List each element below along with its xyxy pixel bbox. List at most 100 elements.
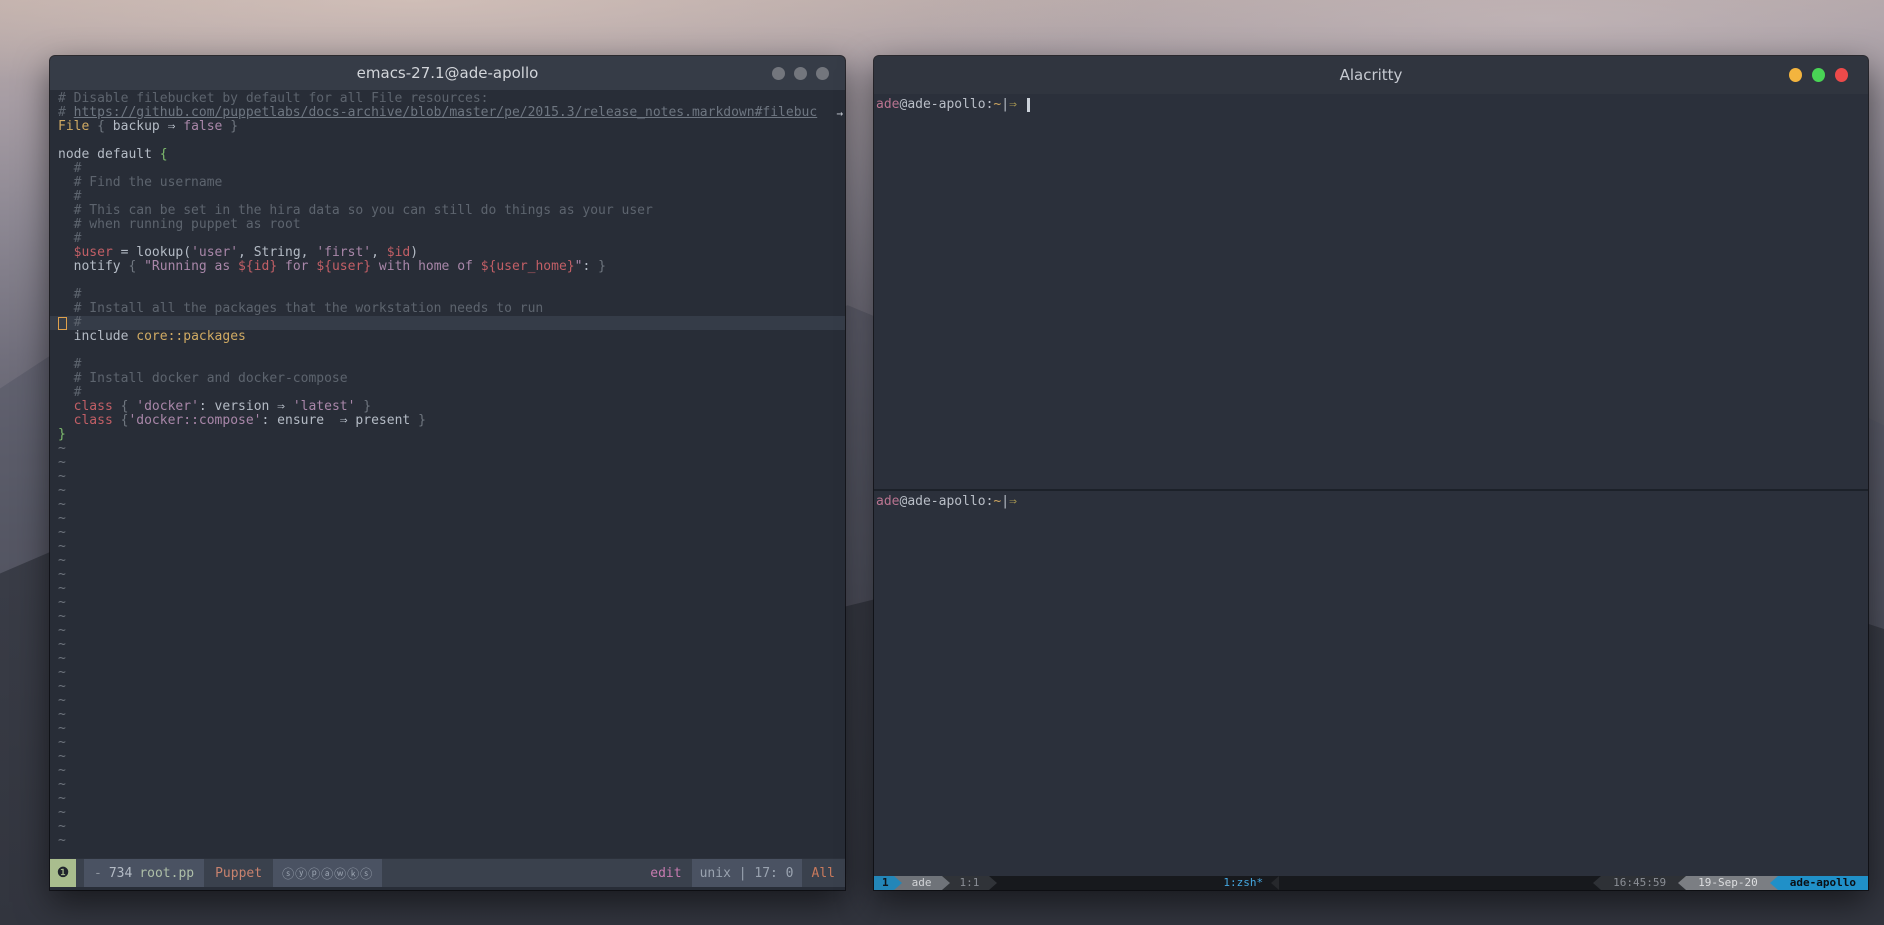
code-line: # [50, 190, 845, 204]
emacs-window-button-2[interactable] [794, 67, 807, 80]
tilde-marker: ~ [58, 470, 66, 484]
emacs-echo-area[interactable] [50, 887, 845, 890]
tmux-window-label[interactable]: 1:zsh* [1215, 876, 1271, 890]
code-line: # [50, 316, 845, 330]
emacs-window-button-3[interactable] [816, 67, 829, 80]
tilde-marker: ~ [58, 638, 66, 652]
code-line: class { 'docker': version ⇒ 'latest' } [50, 400, 845, 414]
emacs-modeline[interactable]: ❶ -734root.pp Puppet ⓢⓨⓟⓐⓦⓚⓢ edit unix |… [50, 858, 845, 887]
fringe-empty-line: ~ [50, 638, 845, 652]
code-line: # [50, 386, 845, 400]
code-line: # https://github.com/puppetlabs/docs-arc… [50, 106, 845, 120]
code-token: with home of [371, 260, 481, 274]
code-token: { [113, 414, 129, 428]
code-token: ) [410, 246, 418, 260]
code-token: 'user' [191, 246, 238, 260]
code-token: # [58, 106, 74, 120]
fringe-empty-line: ~ [50, 666, 845, 680]
code-token: for [277, 260, 316, 274]
emacs-cursor [58, 317, 67, 330]
code-token: # [58, 358, 81, 372]
modeline-scroll-indicator: All [812, 866, 835, 881]
code-token: # [58, 190, 81, 204]
fringe-empty-line: ~ [50, 442, 845, 456]
code-token: https://github.com/puppetlabs/docs-archi… [74, 106, 818, 120]
alacritty-window: Alacritty ade@ade-apollo:~|⇒ ade@ade-apo… [874, 56, 1868, 890]
emacs-window-button-1[interactable] [772, 67, 785, 80]
code-token: # [58, 288, 81, 302]
tilde-marker: ~ [58, 666, 66, 680]
fringe-empty-line: ~ [50, 694, 845, 708]
maximize-button[interactable] [1812, 68, 1825, 82]
code-line: node default { [50, 148, 845, 162]
tilde-marker: ~ [58, 512, 66, 526]
fringe-empty-line: ~ [50, 834, 845, 848]
shell-prompt: ade@ade-apollo:~|⇒ [874, 94, 1868, 113]
code-line: File { backup ⇒ false } [50, 120, 845, 134]
tmux-bar-gap [997, 876, 1215, 890]
tilde-marker: ~ [58, 652, 66, 666]
tilde-marker: ~ [58, 442, 66, 456]
code-token: } [598, 260, 606, 274]
fringe-empty-line: ~ [50, 568, 845, 582]
tilde-marker: ~ [58, 456, 66, 470]
tilde-marker: ~ [58, 736, 66, 750]
code-line: # Disable filebucket by default for all … [50, 92, 845, 106]
terminal-pane[interactable]: ade@ade-apollo:~|⇒ [874, 94, 1868, 489]
code-token: = lookup( [113, 246, 191, 260]
tilde-marker: ~ [58, 806, 66, 820]
terminal-cursor [1027, 98, 1030, 112]
modeline-line-number: 734 [109, 866, 132, 881]
fringe-empty-line: ~ [50, 596, 845, 610]
code-token: } [355, 400, 371, 414]
emacs-window: emacs-27.1@ade-apollo → # Disable filebu… [50, 56, 845, 890]
terminal-pane[interactable]: ade@ade-apollo:~|⇒ [874, 491, 1868, 876]
code-token: } [222, 120, 238, 134]
terminal-area: ade@ade-apollo:~|⇒ ade@ade-apollo:~|⇒ 1 … [874, 94, 1868, 890]
code-line: class {'docker::compose': ensure ⇒ prese… [50, 414, 845, 428]
code-token: $user [58, 246, 113, 260]
tilde-marker: ~ [58, 568, 66, 582]
emacs-code-area[interactable]: → # Disable filebucket by default for al… [50, 90, 845, 858]
code-token: ${user_home} [481, 260, 575, 274]
code-token: : version ⇒ [199, 400, 293, 414]
modeline-major-mode[interactable]: Puppet [215, 866, 262, 881]
tilde-marker: ~ [58, 708, 66, 722]
tmux-pane-id: 1:1 [950, 876, 990, 890]
tilde-marker: ~ [58, 554, 66, 568]
code-line: include core::packages [50, 330, 845, 344]
code-line [50, 274, 845, 288]
code-token: class [58, 400, 113, 414]
emacs-titlebar[interactable]: emacs-27.1@ade-apollo [50, 56, 845, 90]
emacs-window-title: emacs-27.1@ade-apollo [357, 64, 539, 82]
code-token: # This can be set in the hira data so yo… [58, 204, 653, 218]
fringe-empty-line: ~ [50, 722, 845, 736]
tilde-marker: ~ [58, 694, 66, 708]
close-button[interactable] [1835, 68, 1848, 82]
tilde-marker: ~ [58, 484, 66, 498]
code-token: , String, [238, 246, 316, 260]
tilde-marker: ~ [58, 610, 66, 624]
tilde-marker: ~ [58, 750, 66, 764]
powerline-separator-icon [894, 876, 902, 890]
fringe-empty-line: ~ [50, 792, 845, 806]
code-line: } [50, 428, 845, 442]
alacritty-window-title: Alacritty [1340, 66, 1403, 84]
fringe-empty-line: ~ [50, 820, 845, 834]
fringe-empty-line: ~ [50, 806, 845, 820]
code-line: # Install all the packages that the work… [50, 302, 845, 316]
code-token: ${id} [238, 260, 277, 274]
tilde-marker: ~ [58, 624, 66, 638]
modeline-minor-modes[interactable]: ⓢⓨⓟⓐⓦⓚⓢ [273, 859, 382, 887]
minimize-button[interactable] [1789, 68, 1802, 82]
code-token: { [128, 260, 144, 274]
code-token: $id [387, 246, 410, 260]
code-token: { [113, 400, 136, 414]
prompt-token: | [1001, 494, 1009, 509]
code-token: node default [58, 148, 160, 162]
code-token: core::packages [136, 330, 246, 344]
alacritty-titlebar[interactable]: Alacritty [874, 56, 1868, 94]
fringe-empty-line: ~ [50, 736, 845, 750]
code-line: # [50, 358, 845, 372]
tilde-marker: ~ [58, 582, 66, 596]
